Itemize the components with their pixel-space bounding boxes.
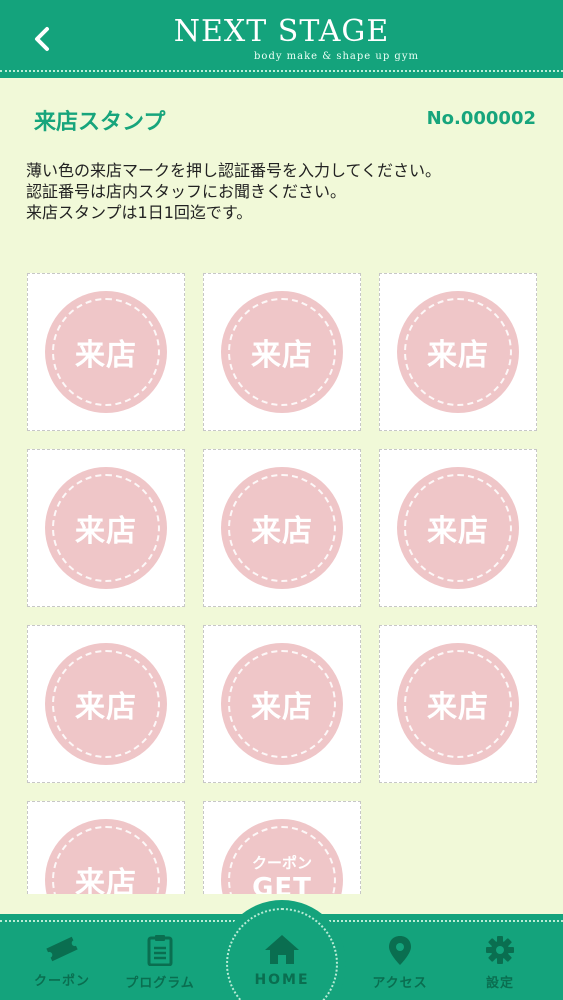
stamp-label: 来店 — [251, 338, 313, 373]
app-subtitle: body make & shape up gym — [254, 51, 419, 62]
coupon-stamp: クーポン GET — [221, 819, 343, 894]
tab-label: 設定 — [485, 976, 514, 991]
stamp-cell[interactable]: 来店 — [203, 449, 361, 607]
visit-stamp: 来店 — [397, 467, 519, 589]
visit-stamp: 来店 — [221, 291, 343, 413]
stamp-label: 来店 — [251, 690, 313, 725]
stamp-cell[interactable]: 来店 — [27, 449, 185, 607]
stamp-label: 来店 — [427, 514, 489, 549]
map-pin-icon — [389, 936, 411, 965]
visit-stamp: 来店 — [397, 643, 519, 765]
tab-label: アクセス — [372, 976, 428, 991]
tab-label: プログラム — [125, 976, 195, 991]
stamp-label: 来店 — [427, 338, 489, 373]
stamp-cell[interactable]: 来店 — [203, 273, 361, 431]
tab-label: クーポン — [33, 974, 90, 989]
visit-stamp: 来店 — [221, 643, 343, 765]
tab-settings[interactable]: 設定 — [452, 934, 548, 996]
stamp-label: 来店 — [75, 866, 137, 894]
clipboard-icon — [147, 935, 173, 966]
stamp-cell[interactable]: 来店 — [379, 625, 537, 783]
stamp-label: 来店 — [75, 514, 137, 549]
coupon-label-top: クーポン — [251, 853, 312, 872]
app-header: NEXT STAGE body make & shape up gym — [0, 0, 563, 78]
instruction-line: 認証番号は店内スタッフにお聞きください。 — [26, 182, 347, 201]
instruction-line: 来店スタンプは1日1回迄です。 — [26, 203, 253, 222]
stamp-label: 来店 — [427, 690, 489, 725]
stamp-cell[interactable]: 来店 — [379, 273, 537, 431]
gear-icon — [486, 936, 514, 964]
tab-program[interactable]: プログラム — [112, 934, 208, 996]
stamp-scroll-area[interactable]: 来店 来店 来店 来店 来店 来店 来店 来店 来店 来店 クーポン GET — [0, 260, 563, 894]
coupon-label-get: GET — [252, 872, 312, 895]
stamp-cell[interactable]: 来店 — [379, 449, 537, 607]
app-title: NEXT STAGE — [173, 14, 390, 49]
stamp-cell-coupon[interactable]: クーポン GET — [203, 801, 361, 894]
stamp-label: 来店 — [251, 514, 313, 549]
instruction-line: 薄い色の来店マークを押し認証番号を入力してください。 — [26, 161, 442, 180]
stamp-label: 来店 — [75, 690, 137, 725]
page-title: 来店スタンプ — [34, 110, 166, 135]
visit-stamp: 来店 — [45, 643, 167, 765]
tab-label: HOME — [254, 972, 310, 988]
stamp-cell[interactable]: 来店 — [27, 801, 185, 894]
ticket-icon — [46, 936, 78, 962]
visit-stamp: 来店 — [45, 467, 167, 589]
visit-stamp: 来店 — [45, 819, 167, 894]
tab-coupon[interactable]: クーポン — [14, 934, 110, 996]
home-icon — [265, 935, 299, 964]
visit-stamp: 来店 — [45, 291, 167, 413]
visit-stamp: 来店 — [397, 291, 519, 413]
card-number: No.000002 — [426, 108, 536, 129]
stamp-cell[interactable]: 来店 — [27, 625, 185, 783]
visit-stamp: 来店 — [221, 467, 343, 589]
stamp-cell[interactable]: 来店 — [27, 273, 185, 431]
stamp-label: 来店 — [75, 338, 137, 373]
tab-access[interactable]: アクセス — [352, 934, 448, 996]
stamp-grid: 来店 来店 来店 来店 来店 来店 来店 来店 来店 来店 クーポン GET — [27, 273, 537, 894]
instructions: 薄い色の来店マークを押し認証番号を入力してください。 認証番号は店内スタッフにお… — [26, 160, 546, 223]
stamp-cell[interactable]: 来店 — [203, 625, 361, 783]
